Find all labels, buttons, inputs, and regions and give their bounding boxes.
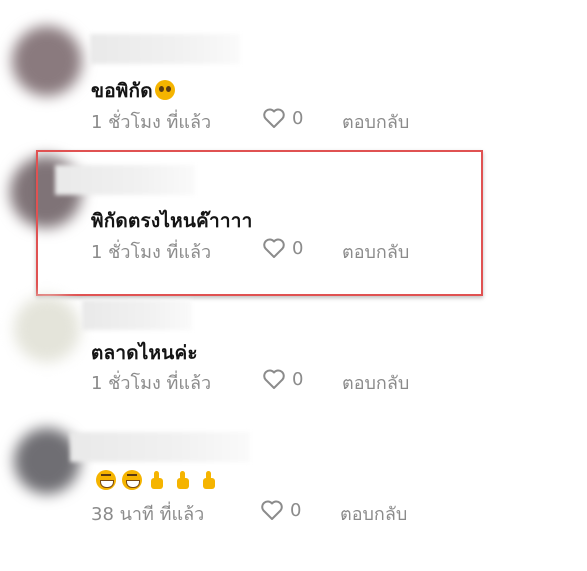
comment-text: ตลาดไหนค่ะ xyxy=(91,342,198,364)
comment-emojis xyxy=(96,470,226,492)
heart-icon xyxy=(263,108,285,128)
username-blurred[interactable] xyxy=(70,432,250,462)
like-count: 0 xyxy=(292,368,304,390)
like-button[interactable]: 0 xyxy=(260,499,301,521)
grinning-face-icon xyxy=(96,470,116,490)
like-button[interactable]: 0 xyxy=(262,107,303,129)
comment-timestamp: 1 ชั่วโมง ที่แล้ว xyxy=(91,112,212,133)
comment-text: ขอพิกัด xyxy=(91,76,175,106)
grinning-face-icon xyxy=(122,470,142,490)
like-count: 0 xyxy=(292,107,304,129)
thumbs-up-icon xyxy=(148,470,164,490)
thumbs-up-icon xyxy=(174,470,190,490)
comment-timestamp: 1 ชั่วโมง ที่แล้ว xyxy=(91,373,212,394)
username-blurred[interactable] xyxy=(82,300,192,330)
heart-icon xyxy=(263,369,285,389)
thumbs-up-icon xyxy=(200,470,216,490)
like-count: 0 xyxy=(290,499,302,521)
avatar[interactable] xyxy=(12,26,82,96)
comment-timestamp: 38 นาที ที่แล้ว xyxy=(91,504,205,525)
avatar[interactable] xyxy=(14,296,80,362)
like-button[interactable]: 0 xyxy=(262,368,303,390)
pleading-face-icon xyxy=(154,80,175,100)
username-blurred[interactable] xyxy=(90,34,240,64)
highlight-box xyxy=(36,150,483,296)
reply-button[interactable]: ตอบกลับ xyxy=(340,499,407,528)
reply-button[interactable]: ตอบกลับ xyxy=(342,107,409,136)
reply-button[interactable]: ตอบกลับ xyxy=(342,368,409,397)
comment-text-content: ขอพิกัด xyxy=(91,80,153,102)
heart-icon xyxy=(261,500,283,520)
